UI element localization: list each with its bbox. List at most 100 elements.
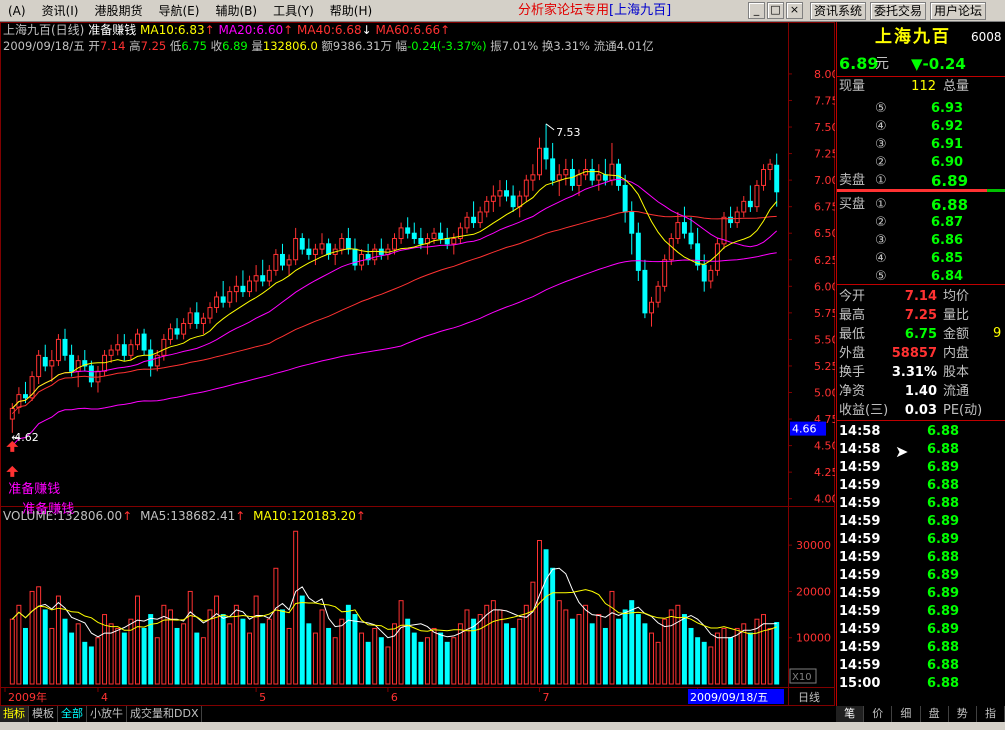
order-level: ③	[875, 233, 887, 248]
volume-bar	[714, 632, 720, 685]
low-value: 6.75	[181, 39, 207, 53]
tab-trend[interactable]: 势	[949, 706, 977, 722]
tick-price: 6.88	[927, 640, 960, 655]
candle-body	[464, 216, 470, 229]
volume-bar	[279, 609, 285, 685]
menu-item-hk-futures[interactable]: 港股期货	[86, 1, 150, 21]
volume-bar	[82, 641, 88, 685]
volume-bar	[121, 632, 127, 685]
tab-ticks[interactable]: 笔	[836, 706, 865, 722]
menu-item-news[interactable]: 资讯(I)	[34, 1, 87, 21]
volume-bar	[135, 595, 140, 685]
sell-order-row[interactable]: ③ 6.91	[837, 136, 1005, 154]
candle-body	[754, 184, 760, 208]
volume-bar	[708, 646, 714, 685]
sell-label: 卖盘	[839, 173, 866, 188]
volume-bar	[774, 622, 780, 685]
float-value: 流通4.01亿	[593, 39, 654, 53]
volume-bar	[9, 618, 15, 685]
candle-body	[359, 253, 365, 266]
price-axis-label: 8.00	[814, 68, 835, 81]
candle-body	[701, 264, 707, 282]
tab-price[interactable]: 价	[864, 706, 893, 722]
minimize-button[interactable]: _	[748, 2, 765, 19]
volume-bar	[622, 609, 628, 685]
tab-all[interactable]: 全部	[58, 706, 87, 722]
volume-bar	[260, 623, 266, 685]
buy-order-row[interactable]: ① 6.88	[837, 196, 1005, 214]
amount-label: 额	[321, 39, 333, 53]
tab-volume-ddx[interactable]: 成交量和DDX	[127, 706, 203, 722]
candle-body	[609, 163, 615, 181]
price-marker-label: 4.66	[792, 423, 817, 436]
order-price: 6.93	[931, 101, 964, 116]
news-system-button[interactable]: 资讯系统	[810, 2, 867, 20]
candle-body	[233, 285, 239, 293]
candle-body	[220, 296, 226, 303]
volume-bar	[662, 618, 668, 685]
volume-bar	[681, 614, 687, 685]
stat-label: 最低	[839, 327, 866, 342]
candle-body	[260, 275, 266, 282]
close-button[interactable]: ×	[786, 2, 803, 19]
candle-body	[312, 248, 318, 255]
trade-button[interactable]: 委托交易	[870, 2, 927, 20]
total-vol-label: 总量	[943, 79, 970, 94]
volume-bar	[75, 623, 81, 685]
menu-item-tools[interactable]: 工具(Y)	[265, 1, 322, 21]
candle-body	[431, 232, 437, 240]
volume-bar	[312, 632, 318, 685]
tick-price: 6.89	[927, 604, 960, 619]
indicator-tab-bar: 指标 模板 全部 小放牛 成交量和DDX	[0, 706, 835, 722]
buy-order-row[interactable]: ③ 6.86	[837, 232, 1005, 250]
tick-row: 14:59 6.89	[837, 531, 1005, 549]
maximize-button[interactable]: □	[767, 2, 784, 19]
open-value: 7.14	[99, 39, 126, 53]
volume-bar	[220, 614, 226, 685]
candle-body	[299, 238, 305, 250]
kline-chart[interactable]: 8.00 7.75 7.50 7.25 7.00 6.75 6.50 6.25 6.00 5.75…	[0, 22, 835, 706]
tick-time: 14:59	[839, 586, 881, 601]
menu-item-a[interactable]: (A)	[0, 1, 34, 21]
user-forum-button[interactable]: 用户论坛	[930, 2, 987, 20]
volume-axis-label: 20000	[796, 585, 831, 598]
volume-bar	[332, 637, 338, 685]
high-pointer	[545, 123, 555, 131]
formula-name: 准备赚钱	[88, 23, 137, 37]
sell-order-row[interactable]: ④ 6.92	[837, 118, 1005, 136]
candle-body	[616, 163, 622, 186]
tick-row: 14:59 6.89	[837, 585, 1005, 603]
buy-order-row[interactable]: ④ 6.85	[837, 250, 1005, 268]
volume-bar	[616, 618, 622, 685]
candle-body	[471, 216, 477, 224]
menu-item-assist[interactable]: 辅助(B)	[207, 1, 265, 21]
tick-time: 14:59	[839, 532, 881, 547]
chart-area[interactable]: 8.00 7.75 7.50 7.25 7.00 6.75 6.50 6.25 6.00 5.75…	[0, 22, 835, 706]
volume-bar	[293, 530, 299, 685]
buy-order-row[interactable]: ② 6.87	[837, 214, 1005, 232]
divider	[837, 420, 1005, 421]
menu-item-navigate[interactable]: 导航(E)	[151, 1, 208, 21]
volume-bar	[609, 590, 615, 685]
tab-index[interactable]: 指	[977, 706, 1005, 722]
candle-body	[306, 248, 312, 255]
sell-order-row[interactable]: ② 6.90	[837, 154, 1005, 172]
tab-detail[interactable]: 细	[892, 706, 921, 722]
tick-row: 14:59 6.88	[837, 495, 1005, 513]
candle-body	[642, 269, 648, 314]
tab-order-book[interactable]: 盘	[921, 706, 949, 722]
tab-indicator[interactable]: 指标	[0, 706, 29, 722]
volume-header: VOLUME:132806.00↑ MA5:138682.41↑ MA10:12…	[3, 508, 366, 524]
volume-bar	[464, 609, 470, 685]
volume-bar	[273, 567, 279, 685]
volume-bar	[42, 609, 48, 685]
stat-value: 1.40	[904, 384, 937, 399]
volume-bar	[655, 641, 661, 685]
tab-template[interactable]: 模板	[29, 706, 58, 722]
sell-order-row[interactable]: ⑤ 6.93	[837, 100, 1005, 118]
candle-body	[372, 248, 378, 261]
tab-xiaofangniu[interactable]: 小放牛	[87, 706, 127, 722]
candle-body	[55, 338, 61, 362]
tick-row: 14:59 6.89	[837, 567, 1005, 585]
menu-item-help[interactable]: 帮助(H)	[322, 1, 380, 21]
